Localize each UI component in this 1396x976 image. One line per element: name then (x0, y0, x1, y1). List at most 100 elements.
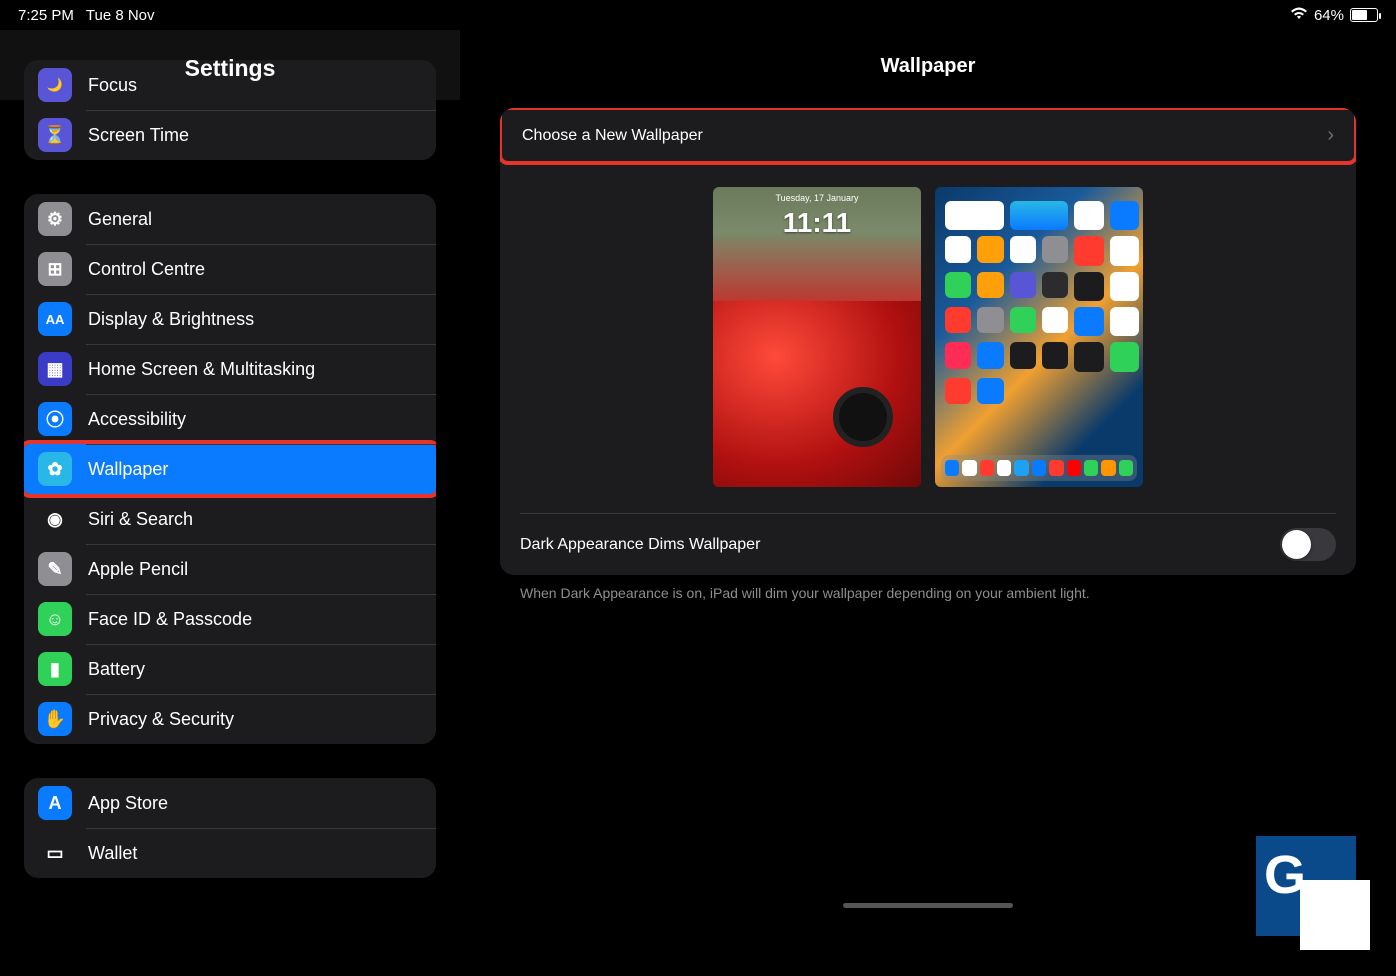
wallet-icon: ▭ (38, 836, 72, 870)
home-app-icon (1042, 272, 1068, 298)
home-app-icon (945, 342, 971, 368)
status-bar: 7:25 PM Tue 8 Nov 64% (0, 0, 1396, 30)
home-app-icon (1110, 307, 1139, 336)
privacy-security-icon: ✋ (38, 702, 72, 736)
home-screen-preview[interactable] (935, 187, 1143, 487)
home-app-icon (945, 378, 971, 404)
choose-label: Choose a New Wallpaper (522, 127, 703, 145)
sidebar-item-label: Battery (88, 659, 145, 680)
general-icon: ⚙ (38, 202, 72, 236)
wallpaper-card: Choose a New Wallpaper › Tuesday, 17 Jan… (500, 108, 1356, 575)
sidebar-item-wallpaper[interactable]: ✿ Wallpaper (24, 444, 436, 494)
home-app-icon (1074, 272, 1103, 301)
dock-app-icon (1101, 460, 1115, 476)
focus-icon: 🌙 (38, 68, 72, 102)
home-app-icon (945, 236, 971, 262)
screen-time-icon: ⏳ (38, 118, 72, 152)
sidebar-item-label: Screen Time (88, 125, 189, 146)
detail-title: Wallpaper (460, 30, 1396, 108)
sidebar-item-wallet[interactable]: ▭ Wallet (24, 828, 436, 878)
sidebar-item-label: Wallpaper (88, 459, 168, 480)
sidebar-item-label: Face ID & Passcode (88, 609, 252, 630)
dock-app-icon (1032, 460, 1046, 476)
choose-new-wallpaper-row[interactable]: Choose a New Wallpaper › (502, 110, 1354, 161)
sidebar-item-face-id-passcode[interactable]: ☺ Face ID & Passcode (24, 594, 436, 644)
lock-time: 11:11 (713, 207, 921, 239)
home-app-icon (1042, 236, 1068, 262)
home-app-icon (1074, 201, 1103, 230)
apple-pencil-icon: ✎ (38, 552, 72, 586)
home-app-icon (1010, 201, 1069, 230)
sidebar-item-battery[interactable]: ▮ Battery (24, 644, 436, 694)
sidebar-item-label: Privacy & Security (88, 709, 234, 730)
home-app-icon (1010, 236, 1036, 262)
dock-app-icon (997, 460, 1011, 476)
wallpaper-icon: ✿ (38, 452, 72, 486)
battery-icon: ▮ (38, 652, 72, 686)
sidebar-item-label: App Store (88, 793, 168, 814)
sidebar-item-label: Focus (88, 75, 137, 96)
home-app-icon (977, 272, 1003, 298)
home-indicator[interactable] (843, 903, 1013, 908)
sidebar-item-app-store[interactable]: A App Store (24, 778, 436, 828)
dock-app-icon (1014, 460, 1028, 476)
dock-app-icon (945, 460, 959, 476)
sidebar-item-focus[interactable]: 🌙 Focus (24, 60, 436, 110)
sidebar-item-label: Wallet (88, 843, 137, 864)
home-app-icon (1074, 307, 1103, 336)
lock-screen-preview[interactable]: Tuesday, 17 January 11:11 (713, 187, 921, 487)
sidebar-item-accessibility[interactable]: ⦿ Accessibility (24, 394, 436, 444)
battery-percent: 64% (1314, 7, 1344, 24)
sidebar-item-apple-pencil[interactable]: ✎ Apple Pencil (24, 544, 436, 594)
home-app-icon (945, 307, 971, 333)
dock-app-icon (980, 460, 994, 476)
battery-icon (1350, 8, 1378, 22)
status-date: Tue 8 Nov (86, 7, 155, 24)
sidebar-item-privacy-security[interactable]: ✋ Privacy & Security (24, 694, 436, 744)
home-app-icon (945, 201, 1004, 230)
sidebar-item-screen-time[interactable]: ⏳ Screen Time (24, 110, 436, 160)
dark-dims-footer: When Dark Appearance is on, iPad will di… (460, 575, 1396, 611)
sidebar-item-label: General (88, 209, 152, 230)
wifi-icon (1290, 6, 1308, 24)
home-app-icon (1010, 272, 1036, 298)
accessibility-icon: ⦿ (38, 402, 72, 436)
home-app-icon (1110, 236, 1139, 265)
sidebar-item-display-brightness[interactable]: AADisplay & Brightness (24, 294, 436, 344)
app-store-icon: A (38, 786, 72, 820)
sidebar-item-label: Siri & Search (88, 509, 193, 530)
watermark-icon: G (1256, 836, 1356, 936)
sidebar-item-general[interactable]: ⚙ General (24, 194, 436, 244)
control-centre-icon: ⊞ (38, 252, 72, 286)
home-app-icon (977, 378, 1003, 404)
home-app-icon (1110, 201, 1139, 230)
face-id-passcode-icon: ☺ (38, 602, 72, 636)
dock-app-icon (962, 460, 976, 476)
sidebar-item-label: Home Screen & Multitasking (88, 359, 315, 380)
dark-dims-toggle[interactable] (1280, 528, 1336, 561)
home-app-icon (977, 236, 1003, 262)
wallpaper-previews: Tuesday, 17 January 11:11 (520, 163, 1336, 514)
display-brightness-icon: AA (38, 302, 72, 336)
dock-app-icon (1084, 460, 1098, 476)
sidebar-item-control-centre[interactable]: ⊞ Control Centre (24, 244, 436, 294)
sidebar-item-home-screen-multitasking[interactable]: ▦Home Screen & Multitasking (24, 344, 436, 394)
sidebar-item-label: Control Centre (88, 259, 205, 280)
home-app-icon (1010, 307, 1036, 333)
home-app-icon (1042, 307, 1068, 333)
dark-dims-row: Dark Appearance Dims Wallpaper (500, 514, 1356, 575)
detail-pane: Wallpaper Choose a New Wallpaper › Tuesd… (460, 0, 1396, 976)
home-app-icon (945, 272, 971, 298)
home-app-icon (977, 307, 1003, 333)
home-app-icon (1074, 236, 1103, 265)
dark-dims-label: Dark Appearance Dims Wallpaper (520, 536, 760, 554)
dock-app-icon (1119, 460, 1133, 476)
lock-date: Tuesday, 17 January (713, 193, 921, 203)
home-app-icon (977, 342, 1003, 368)
home-app-icon (1110, 342, 1139, 371)
sidebar: Settings 🌙Focus⏳Screen Time⚙General⊞Cont… (0, 0, 460, 976)
sidebar-item-siri-search[interactable]: ◉Siri & Search (24, 494, 436, 544)
sidebar-item-label: Accessibility (88, 409, 186, 430)
chevron-right-icon: › (1327, 124, 1334, 147)
sidebar-item-label: Apple Pencil (88, 559, 188, 580)
